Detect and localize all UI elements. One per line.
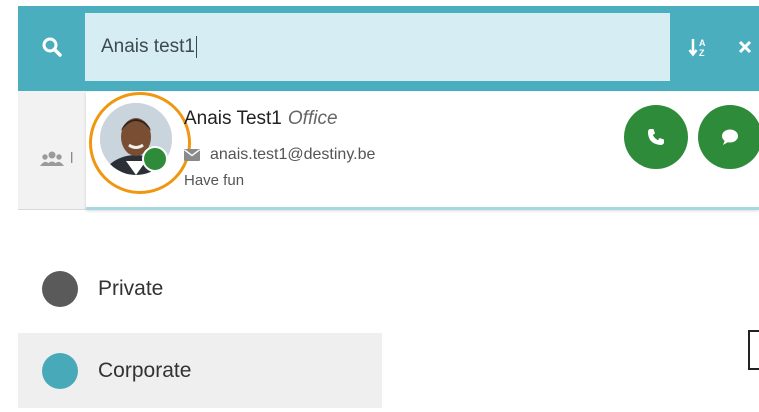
status-message: Have fun [184,172,245,189]
contact-type: Office [287,108,338,129]
corporate-color-dot [42,352,78,389]
close-icon [738,40,752,54]
private-color-dot [42,270,78,307]
envelope-icon [184,149,200,161]
menu-item-label: Corporate [98,358,192,382]
search-button[interactable] [18,13,85,81]
contact-name: Anais Test1 [184,108,282,129]
close-button[interactable] [738,28,759,66]
search-input[interactable]: Anais test1 [85,13,670,81]
presence-dot [142,146,168,172]
phone-icon [648,129,664,145]
email-row: anais.test1@destiny.be [184,146,375,164]
background-tab[interactable]: l [40,150,73,167]
contact-email[interactable]: anais.test1@destiny.be [210,146,375,164]
menu-item-corporate[interactable]: Corporate [18,333,382,408]
svg-text:Z: Z [699,48,705,57]
background-tab-label: l [70,150,74,167]
sort-button[interactable]: A Z [684,28,714,66]
menu-item-private[interactable]: Private [18,251,382,326]
avatar-highlight-ring [89,92,191,194]
chat-button[interactable] [698,105,759,169]
users-icon [40,151,64,166]
search-input-value: Anais test1 [101,36,195,57]
contact-name-row: Anais Test1 Office [184,108,338,130]
search-icon [42,37,62,57]
svg-text:A: A [699,38,706,48]
chat-icon [722,129,738,145]
menu-item-label: Private [98,276,164,300]
sort-icon: A Z [688,38,706,57]
text-caret [196,36,197,58]
partial-widget-edge [748,330,759,370]
call-button[interactable] [624,105,688,169]
